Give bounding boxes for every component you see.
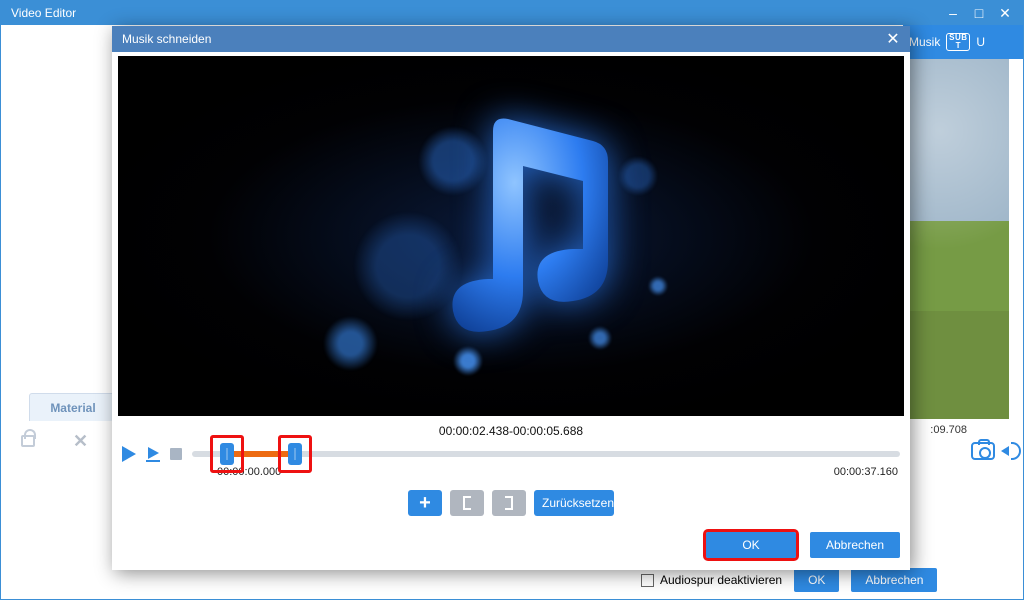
modal-footer: OK Abbrechen [122,532,900,558]
tool-musik[interactable]: Musik [909,35,940,49]
modal-musik-schneiden: Musik schneiden ✕ [112,26,910,570]
modal-preview [118,56,904,416]
modal-ok-button[interactable]: OK [706,532,796,558]
main-preview-image [903,59,1009,419]
mark-in-button[interactable] [450,490,484,516]
camera-icon[interactable] [971,442,995,460]
play-segment-icon [148,447,159,459]
stop-button[interactable] [170,448,182,460]
track-end-time: 00:00:37.160 [834,466,898,478]
main-titlebar: Video Editor – □ ✕ [1,1,1023,25]
maximize-button[interactable]: □ [967,3,991,23]
delete-track-icon[interactable]: ✕ [73,431,88,452]
highlight-box-start [210,435,244,473]
bokeh-circle [618,156,658,196]
main-toolstrip: Musik SUB T U [903,25,1023,59]
tool-u-fragment[interactable]: U [976,35,985,49]
deactivate-audio-label: Audiospur deaktivieren [660,573,782,587]
play-button[interactable] [122,446,136,462]
main-time-label: :09.708 [930,424,967,436]
tab-material-label: Material [50,401,95,415]
mark-out-button[interactable] [492,490,526,516]
modal-controls: 00:00:02.438-00:00:05.688 00:00:00.000 0… [112,416,910,570]
modal-close-button[interactable]: ✕ [884,30,902,48]
bokeh-circle [648,276,668,296]
main-preview [903,59,1009,419]
window-controls: – □ ✕ [941,3,1017,23]
bokeh-circle [323,316,378,371]
app-title: Video Editor [11,6,76,20]
tab-material[interactable]: Material [29,393,117,421]
main-ok-button[interactable]: OK [794,568,839,592]
modal-cancel-button[interactable]: Abbrechen [810,532,900,558]
trim-track[interactable] [192,451,900,457]
minimize-button[interactable]: – [941,3,965,23]
track-header-row: ✕ [21,428,88,454]
stop-icon [170,448,182,460]
bokeh-circle [453,346,483,376]
music-note-icon [433,111,623,341]
reset-button[interactable]: Zurücksetzen [534,490,614,516]
bracket-close-icon [505,496,513,510]
main-cancel-button[interactable]: Abbrechen [851,568,937,592]
subtitle-icon: SUB T [946,33,970,51]
transport-row [122,446,900,462]
close-button[interactable]: ✕ [993,3,1017,23]
snapshot-controls [971,442,1021,460]
speaker-arc-icon [1011,442,1021,460]
modal-title: Musik schneiden [122,32,211,46]
highlight-box-end [278,435,312,473]
bracket-open-icon [463,496,471,510]
action-row: + Zurücksetzen [122,490,900,516]
play-segment-button[interactable] [146,447,160,462]
lock-icon[interactable] [21,435,35,447]
add-segment-button[interactable]: + [408,490,442,516]
tool-subtitle[interactable]: SUB T [946,33,970,51]
audio-placeholder-scene [118,56,904,416]
modal-titlebar: Musik schneiden ✕ [112,26,910,52]
musik-label: Musik [909,35,940,49]
play-icon [122,446,136,462]
deactivate-audio-checkbox[interactable] [641,574,654,587]
speaker-icon[interactable] [1001,446,1009,456]
